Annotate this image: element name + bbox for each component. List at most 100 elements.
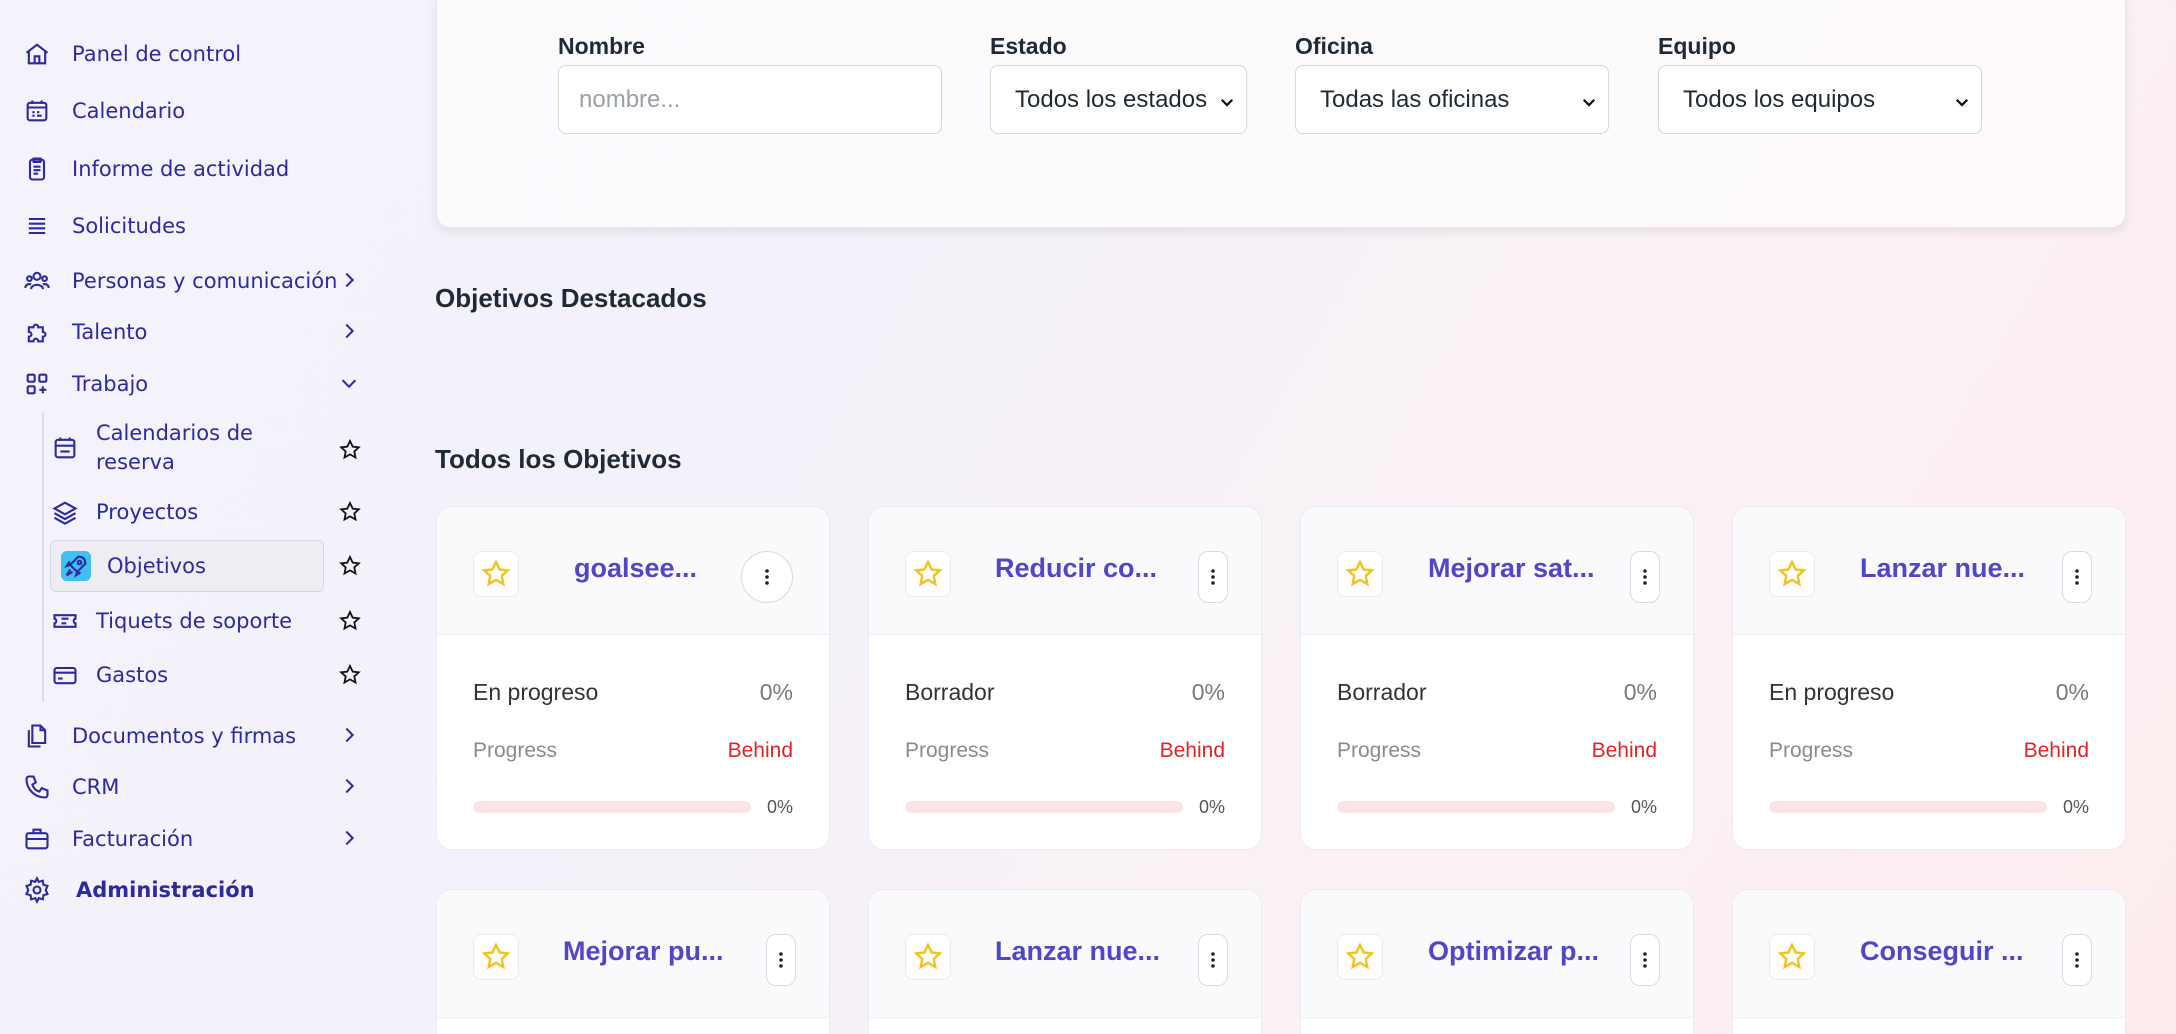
progress-bar-percent: 0% (1198, 797, 1225, 817)
chevron-down-icon (338, 372, 362, 396)
sidebar-item-label: Tiquets de soporte (96, 608, 293, 633)
goal-card[interactable]: Conseguir ... (1732, 889, 2126, 1034)
goal-card[interactable]: Mejorar pu... (436, 889, 830, 1034)
goal-title[interactable]: Mejorar sat... (1428, 553, 1595, 584)
goal-card[interactable]: Mejorar sat... Borrador 0% Progress Behi… (1300, 506, 1694, 850)
gear-icon (22, 875, 52, 905)
favorite-star-icon[interactable] (1337, 934, 1383, 980)
featured-goals-title: Objetivos Destacados (435, 283, 707, 313)
sidebar-item-facturacion[interactable]: Facturación (22, 819, 362, 859)
more-options-icon[interactable] (1630, 551, 1660, 603)
goal-percent: 0% (1191, 679, 1225, 705)
goal-card[interactable]: Reducir co... Borrador 0% Progress Behin… (868, 506, 1262, 850)
sidebar-item-label: Solicitudes (72, 214, 186, 238)
sidebar-item-gastos[interactable]: Gastos (50, 649, 324, 701)
favorite-star-icon[interactable] (473, 551, 519, 597)
goal-title[interactable]: Lanzar nue... (995, 936, 1160, 967)
sidebar-item-label: Objetivos (107, 553, 206, 578)
users-icon (22, 266, 52, 296)
progress-label: Progress (473, 739, 558, 762)
office-select-value: Todas las oficinas (1320, 85, 1510, 113)
sidebar-item-panel-de-control[interactable]: Panel de control (22, 34, 362, 74)
favorite-star-icon[interactable] (905, 551, 951, 597)
sidebar-item-administracion[interactable]: Administración (22, 870, 362, 910)
sidebar-item-label: Administración (76, 878, 255, 902)
name-input-placeholder: nombre... (579, 85, 681, 113)
goal-title[interactable]: Mejorar pu... (563, 936, 724, 967)
favorite-star-icon[interactable] (473, 934, 519, 980)
more-options-icon[interactable] (1198, 551, 1228, 603)
progress-state: Behind (727, 739, 793, 762)
sidebar-item-crm[interactable]: CRM (22, 767, 362, 807)
favorite-star-icon[interactable] (1769, 934, 1815, 980)
favorite-star-icon[interactable] (905, 934, 951, 980)
sidebar-item-calendario[interactable]: Calendario (22, 91, 362, 131)
status-select-value: Todos los estados (1015, 85, 1208, 113)
sidebar-item-personas-y-comunicacion[interactable]: Personas y comunicación (22, 261, 362, 301)
favorite-star-icon[interactable] (336, 436, 364, 464)
goal-title[interactable]: goalsee... (574, 553, 697, 584)
calendar-icon (22, 96, 52, 126)
favorite-star-icon[interactable] (336, 552, 364, 580)
sidebar-item-label: Facturación (72, 827, 194, 851)
sidebar-item-label: Trabajo (72, 372, 149, 396)
sidebar-item-talento[interactable]: Talento (22, 312, 362, 352)
list-icon (22, 211, 52, 241)
progress-bar (1337, 801, 1615, 813)
sidebar-item-calendarios-de-reserva[interactable]: Calendarios de reserva (50, 421, 324, 474)
grid-plus-icon (22, 369, 52, 399)
more-options-icon[interactable] (1198, 934, 1228, 986)
more-options-icon[interactable] (741, 551, 793, 603)
chevron-down-icon (1953, 90, 1971, 108)
sidebar-item-proyectos[interactable]: Proyectos (50, 486, 324, 538)
goal-percent: 0% (2055, 679, 2089, 705)
home-icon (22, 39, 52, 69)
status-filter-label: Estado (990, 33, 1067, 59)
sidebar-item-documentos-y-firmas[interactable]: Documentos y firmas (22, 716, 362, 756)
more-options-icon[interactable] (766, 934, 796, 986)
status-select[interactable]: Todos los estados (990, 65, 1247, 134)
clipboard-icon (22, 154, 52, 184)
sidebar-item-objetivos[interactable]: Objetivos (50, 540, 324, 592)
favorite-star-icon[interactable] (336, 498, 364, 526)
all-goals-title: Todos los Objetivos (435, 444, 682, 474)
submenu-divider (42, 412, 44, 702)
goal-title[interactable]: Lanzar nue... (1860, 553, 2025, 584)
sidebar-item-label: Talento (72, 320, 148, 344)
goal-status: Borrador (1337, 679, 1427, 705)
more-options-icon[interactable] (2062, 934, 2092, 986)
favorite-star-icon[interactable] (1337, 551, 1383, 597)
progress-bar (905, 801, 1183, 813)
progress-state: Behind (1159, 739, 1225, 762)
sidebar-item-tiquets-de-soporte[interactable]: Tiquets de soporte (50, 595, 324, 647)
goal-card[interactable]: Lanzar nue... (868, 889, 1262, 1034)
sidebar-item-label: Gastos (96, 662, 169, 687)
more-options-icon[interactable] (2062, 551, 2092, 603)
sidebar-item-informe-de-actividad[interactable]: Informe de actividad (22, 149, 362, 189)
briefcase-icon (22, 824, 52, 854)
credit-card-icon (50, 660, 80, 690)
sidebar: Panel de control Calendario Informe de a… (0, 0, 392, 1034)
goal-status: En progreso (1769, 679, 1895, 705)
goal-card[interactable]: goalsee... En progreso 0% Progress Behin… (436, 506, 830, 850)
favorite-star-icon[interactable] (336, 607, 364, 635)
goal-card[interactable]: Optimizar p... (1300, 889, 1694, 1034)
goal-title[interactable]: Conseguir ... (1860, 936, 2024, 967)
progress-state: Behind (1591, 739, 1657, 762)
sidebar-item-trabajo[interactable]: Trabajo (22, 364, 362, 404)
team-select[interactable]: Todos los equipos (1658, 65, 1982, 134)
favorite-star-icon[interactable] (1769, 551, 1815, 597)
name-search-input[interactable]: nombre... (558, 65, 942, 134)
chevron-right-icon (338, 269, 362, 293)
favorite-star-icon[interactable] (336, 661, 364, 689)
filter-panel: Nombre nombre... Estado Todos los estado… (436, 0, 2126, 228)
goal-title[interactable]: Reducir co... (995, 553, 1157, 584)
layers-icon (50, 497, 80, 527)
sidebar-item-solicitudes[interactable]: Solicitudes (22, 206, 362, 246)
goal-status: Borrador (905, 679, 995, 705)
goal-title[interactable]: Optimizar p... (1428, 936, 1599, 967)
office-select[interactable]: Todas las oficinas (1295, 65, 1609, 134)
chevron-right-icon (338, 827, 362, 851)
goal-card[interactable]: Lanzar nue... En progreso 0% Progress Be… (1732, 506, 2126, 850)
more-options-icon[interactable] (1630, 934, 1660, 986)
